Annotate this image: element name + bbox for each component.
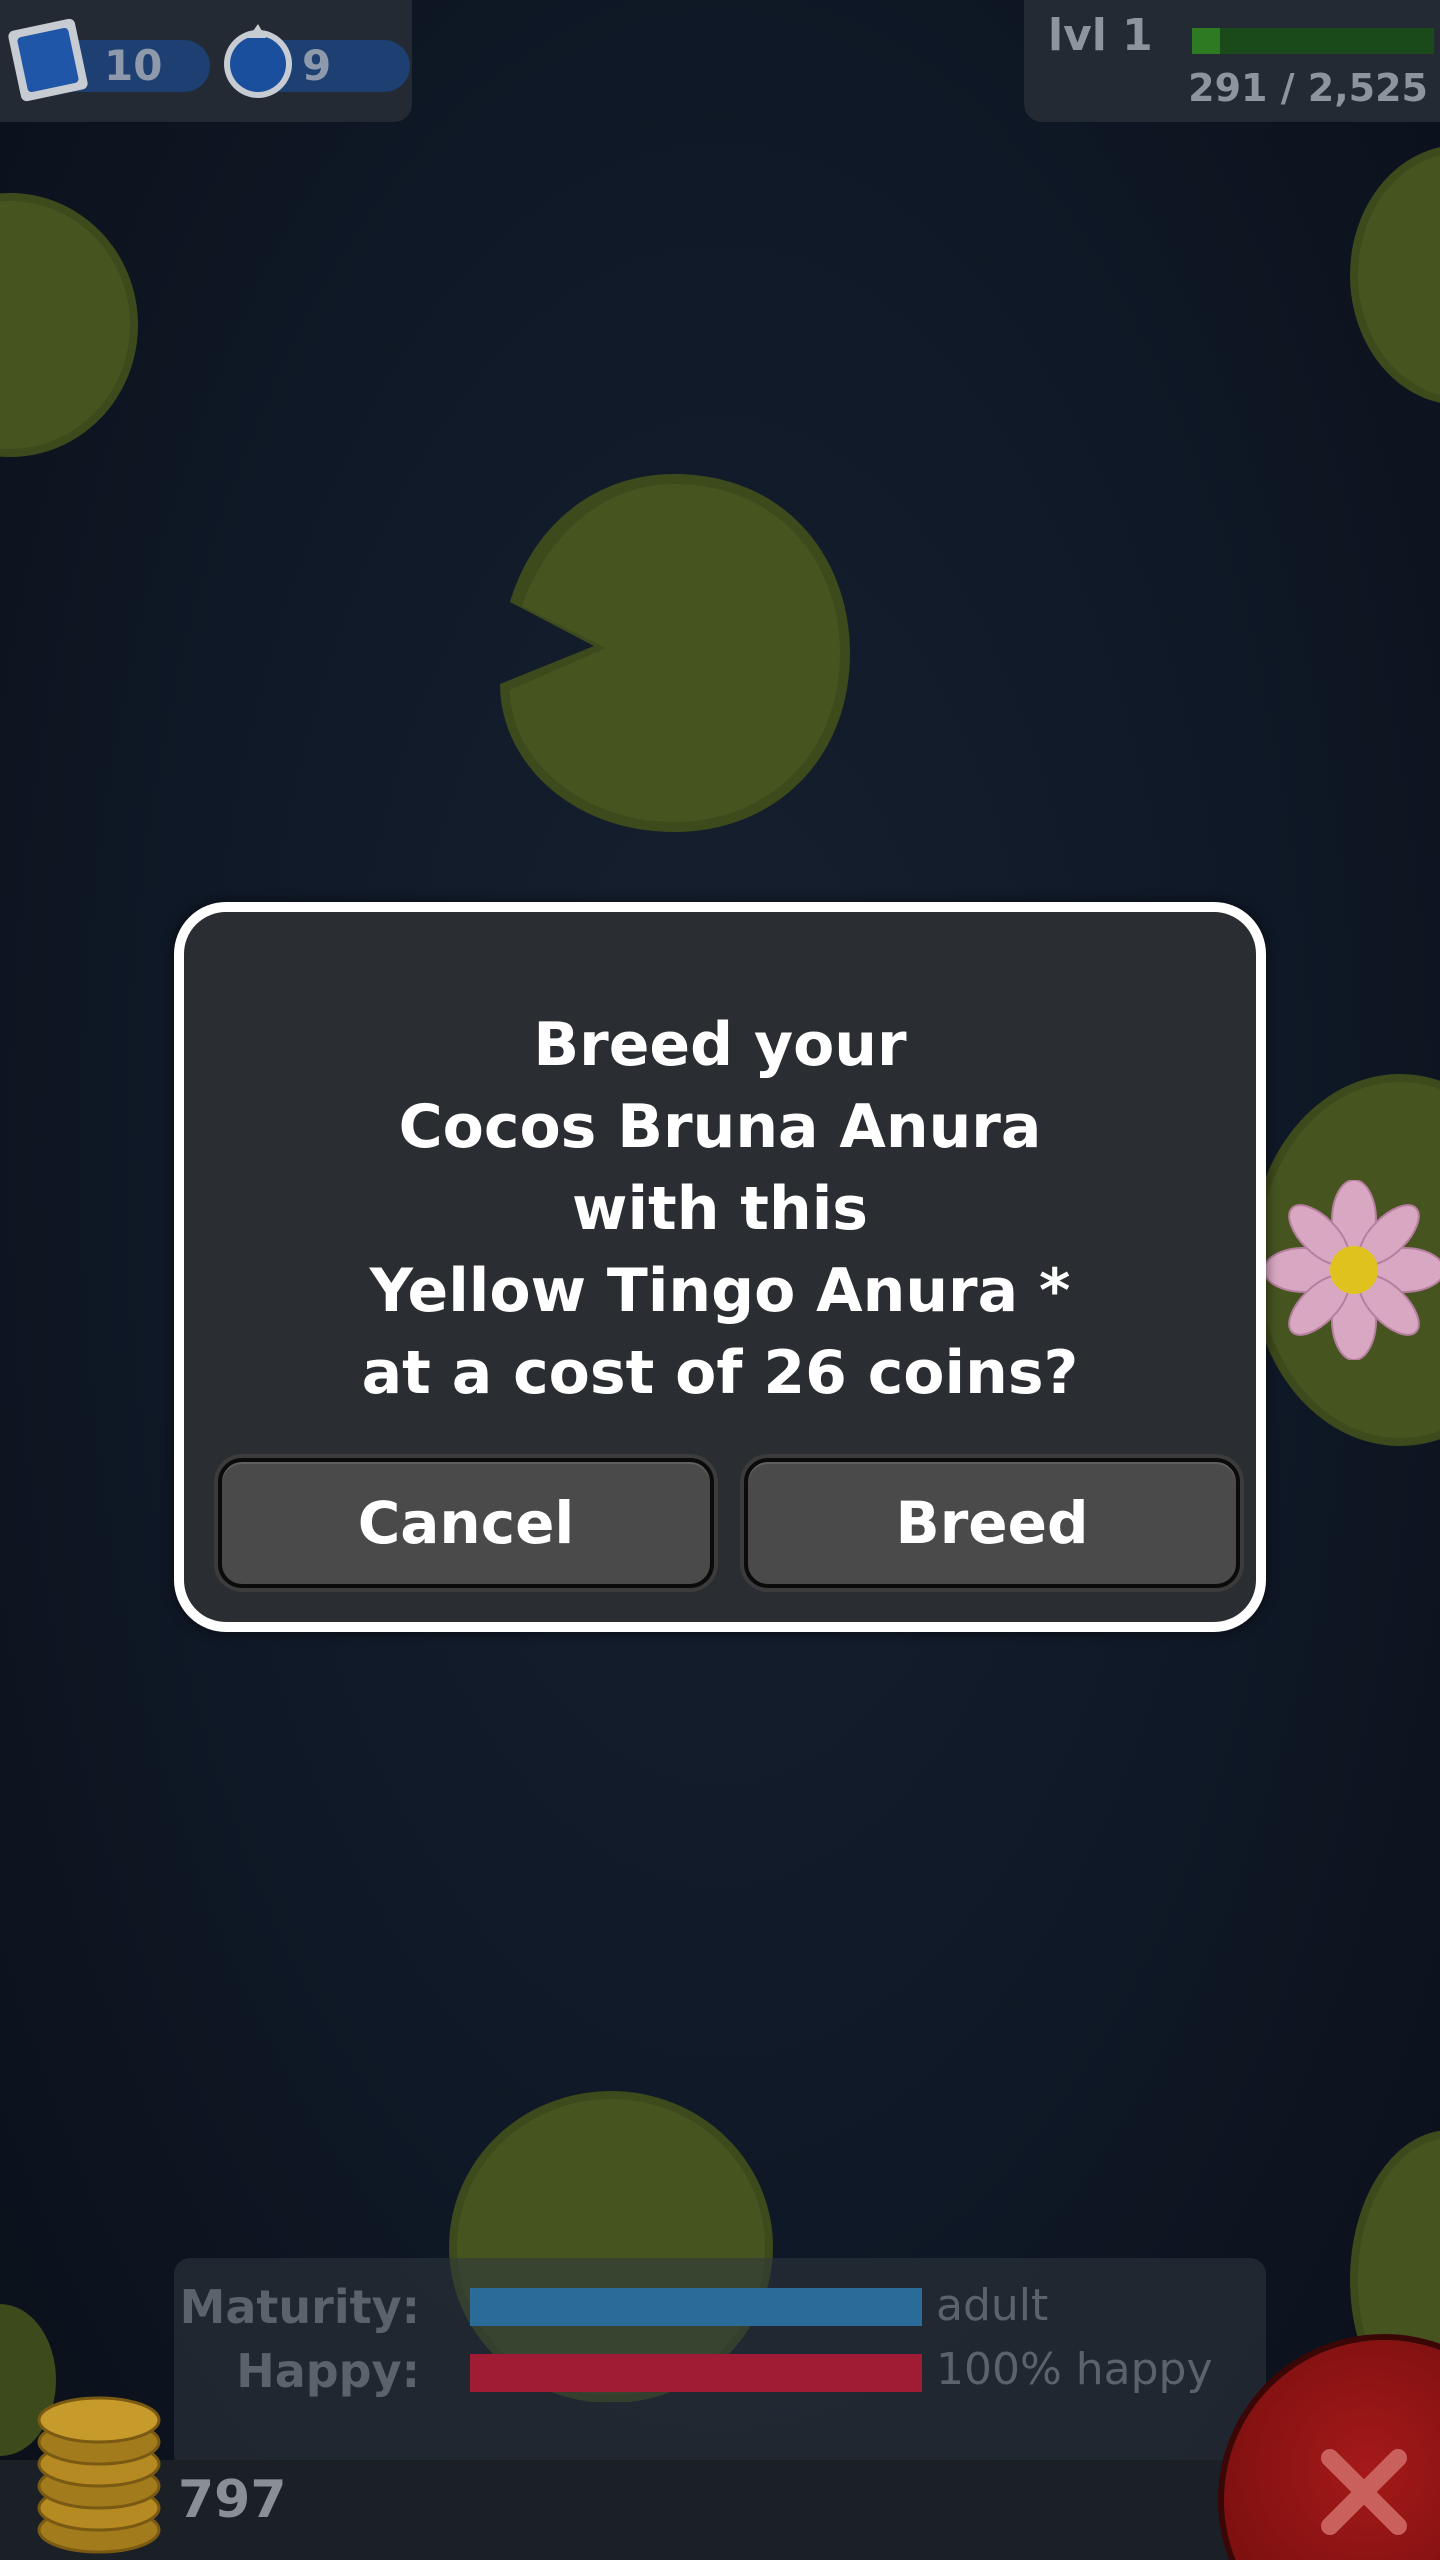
lily-pad [0,190,140,460]
happy-value: 100% happy [936,2344,1213,2395]
level-panel: lvl 1 291 / 2,525 [1024,0,1440,122]
gems-count: 9 [302,41,332,90]
level-label: lvl 1 [1048,10,1153,61]
dialog-message: Breed your Cocos Bruna Anura with this Y… [184,1004,1256,1414]
maturity-bar-fill [470,2288,922,2326]
breed-button[interactable]: Breed [744,1458,1240,1588]
dialog-message-line: Yellow Tingo Anura * [369,1256,1071,1326]
coin-count: 797 [178,2470,287,2530]
happy-label: Happy: [236,2344,420,2398]
gem-icon [218,18,300,106]
coin-stack-icon [24,2380,174,2560]
dialog-message-line: Cocos Bruna Anura [398,1092,1042,1162]
xp-progress-fill [1192,28,1220,54]
lily-pad [1340,140,1440,410]
frog-stats-panel: Maturity: adult Happy: 100% happy [174,2258,1266,2470]
xp-text: 291 / 2,525 [1188,66,1428,110]
happy-bar-fill [470,2354,922,2392]
maturity-value: adult [936,2280,1049,2331]
happy-bar [470,2354,922,2392]
dialog-message-line: Breed your [533,1010,907,1080]
close-icon[interactable] [1316,2444,1412,2540]
dialog-message-line: at a cost of 26 coins? [361,1338,1079,1408]
lily-pad [494,470,854,836]
stamps-count: 10 [104,41,163,90]
xp-progress-bar [1192,28,1434,54]
game-screen: 10 9 lvl 1 291 / 2,525 Breed your Cocos … [0,0,1440,2560]
cancel-button[interactable]: Cancel [218,1458,714,1588]
water-lily-flower-icon [1264,1180,1440,1360]
currency-panel: 10 9 [0,0,412,122]
dialog-message-line: with this [572,1174,868,1244]
stamp-icon [6,12,90,108]
maturity-bar [470,2288,922,2326]
maturity-label: Maturity: [179,2280,420,2334]
breed-confirm-dialog: Breed your Cocos Bruna Anura with this Y… [174,902,1266,1632]
